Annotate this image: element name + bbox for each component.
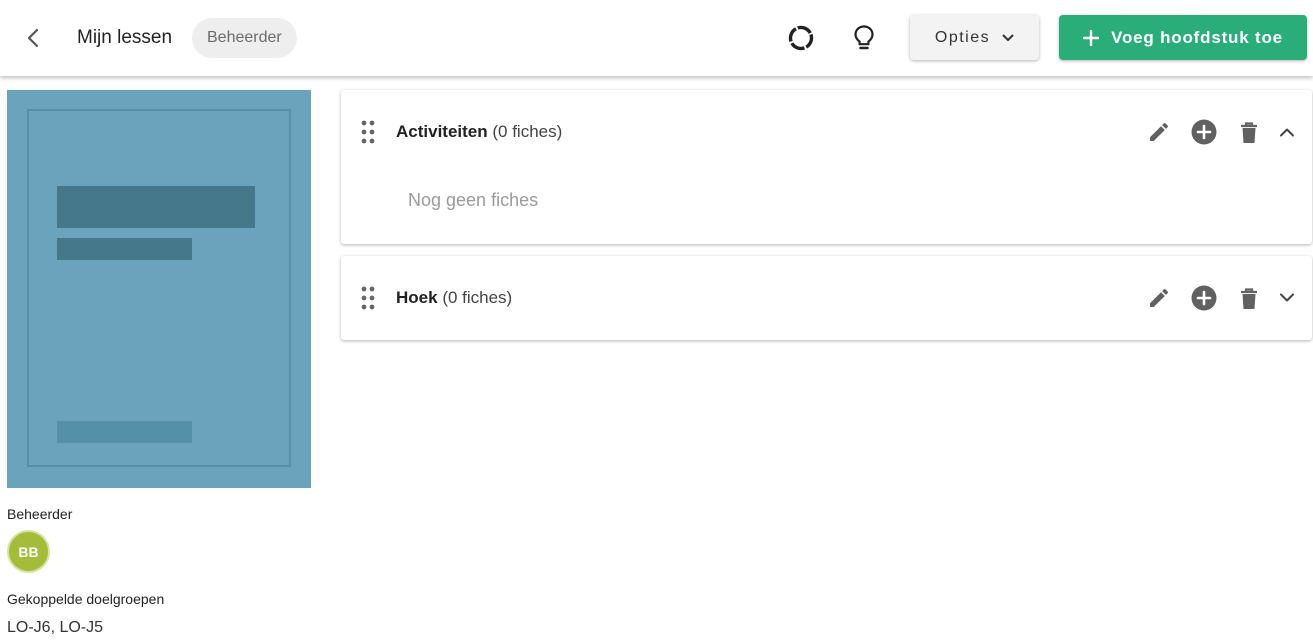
add-circle-icon [1191, 285, 1217, 311]
progress-button[interactable] [785, 22, 817, 54]
lightbulb-icon [854, 25, 874, 50]
chapter-title: Activiteiten (0 fiches) [396, 122, 562, 142]
empty-chapter-text: Nog geen fiches [408, 190, 539, 210]
chapter-count: (0 fiches) [492, 122, 563, 141]
delete-chapter-button[interactable] [1235, 118, 1263, 146]
add-sheet-button[interactable] [1190, 118, 1218, 146]
target-groups-value: LO-J6, LO-J5 [7, 619, 104, 636]
chevron-left-icon [27, 28, 39, 48]
top-bar: Mijn lessen Beheerder Opties Voeg hoofds… [0, 0, 1313, 76]
tips-button[interactable] [848, 22, 880, 54]
add-sheet-button[interactable] [1190, 284, 1218, 312]
options-dropdown[interactable]: Opties [910, 15, 1039, 60]
cover-subtitle-placeholder [57, 238, 192, 260]
expand-chapter-button[interactable] [1273, 284, 1301, 312]
chapter-count: (0 fiches) [442, 288, 513, 307]
cover-title-placeholder [57, 186, 255, 228]
page-title: Mijn lessen [77, 27, 173, 48]
add-chapter-button[interactable]: Voeg hoofdstuk toe [1059, 15, 1307, 60]
chapter-card: Activiteiten (0 fiches) Nog geen fiches [341, 90, 1312, 244]
chapter-title: Hoek (0 fiches) [396, 288, 512, 308]
add-chapter-label: Voeg hoofdstuk toe [1111, 27, 1283, 47]
collapse-chapter-button[interactable] [1273, 118, 1301, 146]
lesson-cover-image [7, 90, 311, 488]
drag-handle-icon[interactable] [359, 285, 377, 311]
role-badge: Beheerder [192, 18, 297, 58]
owner-label: Beheerder [7, 506, 73, 522]
trash-icon [1241, 122, 1257, 143]
avatar[interactable]: BB [7, 530, 50, 573]
chapter-name: Hoek [396, 288, 438, 307]
pencil-icon [1150, 122, 1169, 141]
circle-dashed-icon [788, 25, 814, 51]
chevron-down-icon [1280, 293, 1294, 302]
chapter-header[interactable]: Hoek (0 fiches) [341, 256, 1312, 340]
back-button[interactable] [20, 24, 48, 52]
drag-handle-icon[interactable] [359, 119, 377, 145]
chapter-name: Activiteiten [396, 122, 488, 141]
chapter-card: Hoek (0 fiches) [341, 256, 1312, 340]
pencil-icon [1150, 288, 1169, 307]
edit-chapter-button[interactable] [1145, 284, 1173, 312]
chapter-header[interactable]: Activiteiten (0 fiches) [341, 90, 1312, 174]
delete-chapter-button[interactable] [1235, 284, 1263, 312]
cover-footer-placeholder [57, 421, 192, 443]
edit-chapter-button[interactable] [1145, 118, 1173, 146]
plus-icon [1083, 29, 1100, 46]
target-groups-label: Gekoppelde doelgroepen [7, 591, 165, 607]
trash-icon [1241, 288, 1257, 309]
chevron-down-icon [1002, 34, 1014, 41]
cover-frame [27, 109, 291, 467]
chevron-up-icon [1280, 128, 1294, 137]
add-circle-icon [1191, 119, 1217, 145]
options-label: Opties [934, 28, 991, 46]
